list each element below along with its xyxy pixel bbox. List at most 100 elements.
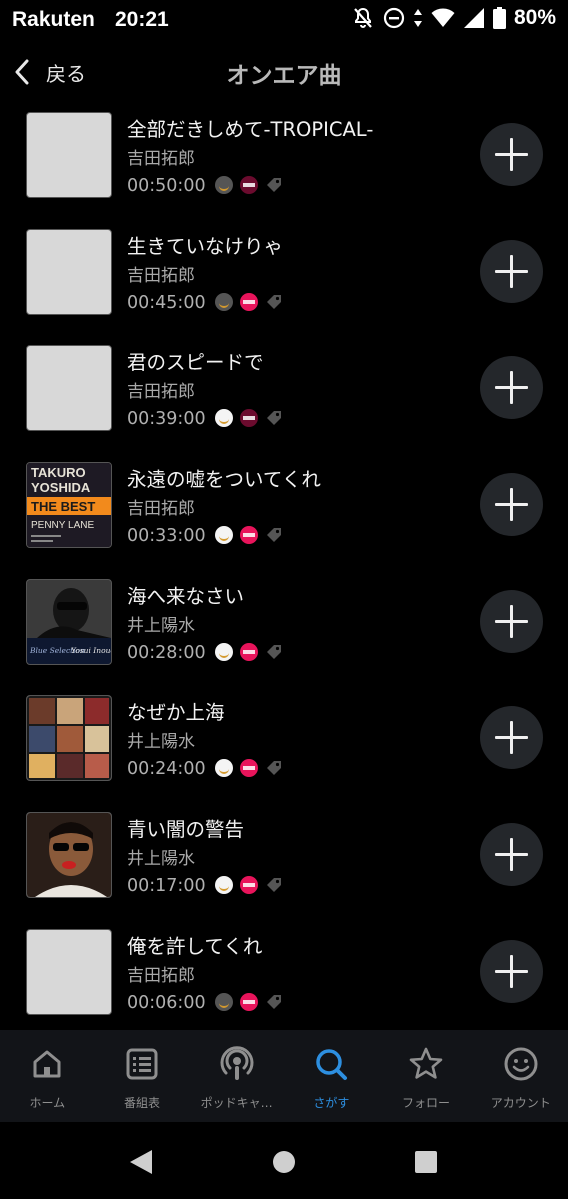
track-title: 全部だきしめて-TROPICAL- <box>127 118 374 141</box>
add-button[interactable] <box>480 823 543 887</box>
service-icons <box>215 292 283 311</box>
page-title: オンエア曲 <box>226 63 342 89</box>
amazon-music-icon[interactable] <box>215 759 233 778</box>
rakuten-music-icon[interactable] <box>240 642 258 661</box>
amazon-music-icon[interactable] <box>215 642 233 661</box>
nav-program-list[interactable]: 番組表 <box>95 1030 190 1122</box>
service-icons <box>215 642 283 661</box>
tag-icon[interactable] <box>265 409 283 427</box>
rakuten-music-icon[interactable] <box>240 409 258 428</box>
amazon-music-icon[interactable] <box>215 992 233 1011</box>
status-bar: Rakuten 20:21 80% <box>0 0 568 40</box>
amazon-music-icon[interactable] <box>215 409 233 428</box>
back-triangle-icon[interactable] <box>128 1148 154 1176</box>
battery-icon <box>492 7 506 29</box>
recents-square-icon[interactable] <box>414 1150 438 1174</box>
add-button[interactable] <box>480 356 543 420</box>
nav-label: フォロー <box>402 1096 451 1110</box>
amazon-music-icon[interactable] <box>215 876 233 895</box>
tag-icon[interactable] <box>265 176 283 194</box>
service-icons <box>215 759 283 778</box>
add-button[interactable] <box>480 589 543 653</box>
track-row[interactable]: TAKURO YOSHIDA THE BEST PENNY LANE 永遠の嘘を… <box>0 450 568 567</box>
album-art-line2: YOSHIDA <box>31 480 91 495</box>
track-row[interactable]: 俺を許してくれ 吉田拓郎 00:06:00 <box>0 917 568 1034</box>
bottom-nav: ホーム 番組表 ポッドキャ… さがす フォロー アカウント <box>0 1030 568 1122</box>
tag-icon[interactable] <box>265 876 283 894</box>
rakuten-music-icon[interactable] <box>240 526 258 545</box>
account-icon <box>504 1047 538 1081</box>
nav-label: アカウント <box>490 1096 551 1110</box>
track-time: 00:28:00 <box>127 642 206 663</box>
service-icons <box>215 409 283 428</box>
clock: 20:21 <box>115 8 169 31</box>
rakuten-music-icon[interactable] <box>240 292 258 311</box>
tag-icon[interactable] <box>265 643 283 661</box>
add-button[interactable] <box>480 473 543 537</box>
system-nav-bar <box>0 1122 568 1199</box>
track-artist: 井上陽水 <box>127 615 195 636</box>
track-time: 00:33:00 <box>127 526 206 547</box>
wifi-icon <box>431 8 455 27</box>
track-row[interactable]: 君のスピードで 吉田拓郎 00:39:00 <box>0 333 568 450</box>
track-artist: 井上陽水 <box>127 849 195 870</box>
track-title: 俺を許してくれ <box>127 934 263 958</box>
home-icon <box>33 1050 61 1078</box>
track-time: 00:17:00 <box>127 876 206 897</box>
track-row[interactable]: 青い闇の警告 井上陽水 00:17:00 <box>0 800 568 917</box>
track-artist: 井上陽水 <box>127 732 195 753</box>
tag-icon[interactable] <box>265 526 283 544</box>
track-title: なぜか上海 <box>127 701 225 725</box>
podcast-icon <box>220 1046 254 1080</box>
amazon-music-icon[interactable] <box>215 176 233 194</box>
nav-search[interactable]: さがす <box>284 1030 379 1122</box>
rakuten-music-icon[interactable] <box>240 176 258 194</box>
track-row[interactable]: Blue Selection Yosui Inoue 海へ来なさい 井上陽水 0… <box>0 567 568 684</box>
track-title: 海へ来なさい <box>127 584 245 608</box>
star-icon <box>409 1047 443 1079</box>
carrier-label: Rakuten <box>12 8 95 31</box>
header: 戻る オンエア曲 <box>0 44 568 100</box>
app-screen: Rakuten 20:21 80% 戻る オンエア曲 全部だきしめて-TROPI… <box>0 0 568 1199</box>
tag-icon[interactable] <box>265 759 283 777</box>
track-row[interactable]: 全部だきしめて-TROPICAL- 吉田拓郎 00:50:00 <box>0 100 568 217</box>
do-not-disturb-icon <box>383 7 405 29</box>
tag-icon[interactable] <box>265 993 283 1011</box>
battery-percent: 80% <box>513 6 556 29</box>
tag-icon[interactable] <box>265 293 283 311</box>
service-icons <box>215 992 283 1011</box>
notifications-off-icon <box>354 7 372 28</box>
track-artist: 吉田拓郎 <box>127 382 195 403</box>
album-art-placeholder <box>26 112 112 198</box>
add-button[interactable] <box>480 239 543 303</box>
album-art-placeholder <box>26 228 112 315</box>
track-time: 00:39:00 <box>127 409 206 430</box>
nav-podcast[interactable]: ポッドキャ… <box>189 1030 284 1122</box>
amazon-music-icon[interactable] <box>215 292 233 311</box>
track-title: 生きていなけりゃ <box>127 234 284 258</box>
amazon-music-icon[interactable] <box>215 526 233 545</box>
album-art-collage <box>27 696 111 781</box>
track-row[interactable]: なぜか上海 井上陽水 00:24:00 <box>0 683 568 800</box>
nav-follow[interactable]: フォロー <box>379 1030 474 1122</box>
album-art-takuro-best: TAKURO YOSHIDA THE BEST PENNY LANE <box>27 463 111 548</box>
track-artist: 吉田拓郎 <box>127 965 195 986</box>
rakuten-music-icon[interactable] <box>240 992 258 1011</box>
nav-label: さがす <box>313 1096 350 1110</box>
track-row[interactable]: 生きていなけりゃ 吉田拓郎 00:45:00 <box>0 217 568 334</box>
add-button[interactable] <box>480 123 543 186</box>
home-circle-icon[interactable] <box>272 1150 296 1174</box>
nav-account[interactable]: アカウント <box>473 1030 568 1122</box>
rakuten-music-icon[interactable] <box>240 759 258 778</box>
add-button[interactable] <box>480 939 543 1003</box>
service-icons <box>215 176 283 194</box>
service-icons <box>215 526 283 545</box>
add-button[interactable] <box>480 706 543 770</box>
album-art-line4: PENNY LANE <box>31 520 95 531</box>
rakuten-music-icon[interactable] <box>240 876 258 895</box>
album-art-line1: TAKURO <box>31 465 86 480</box>
program-list-icon <box>126 1048 158 1080</box>
album-art-placeholder <box>26 928 112 1015</box>
nav-home[interactable]: ホーム <box>0 1030 95 1122</box>
search-icon <box>316 1049 348 1080</box>
